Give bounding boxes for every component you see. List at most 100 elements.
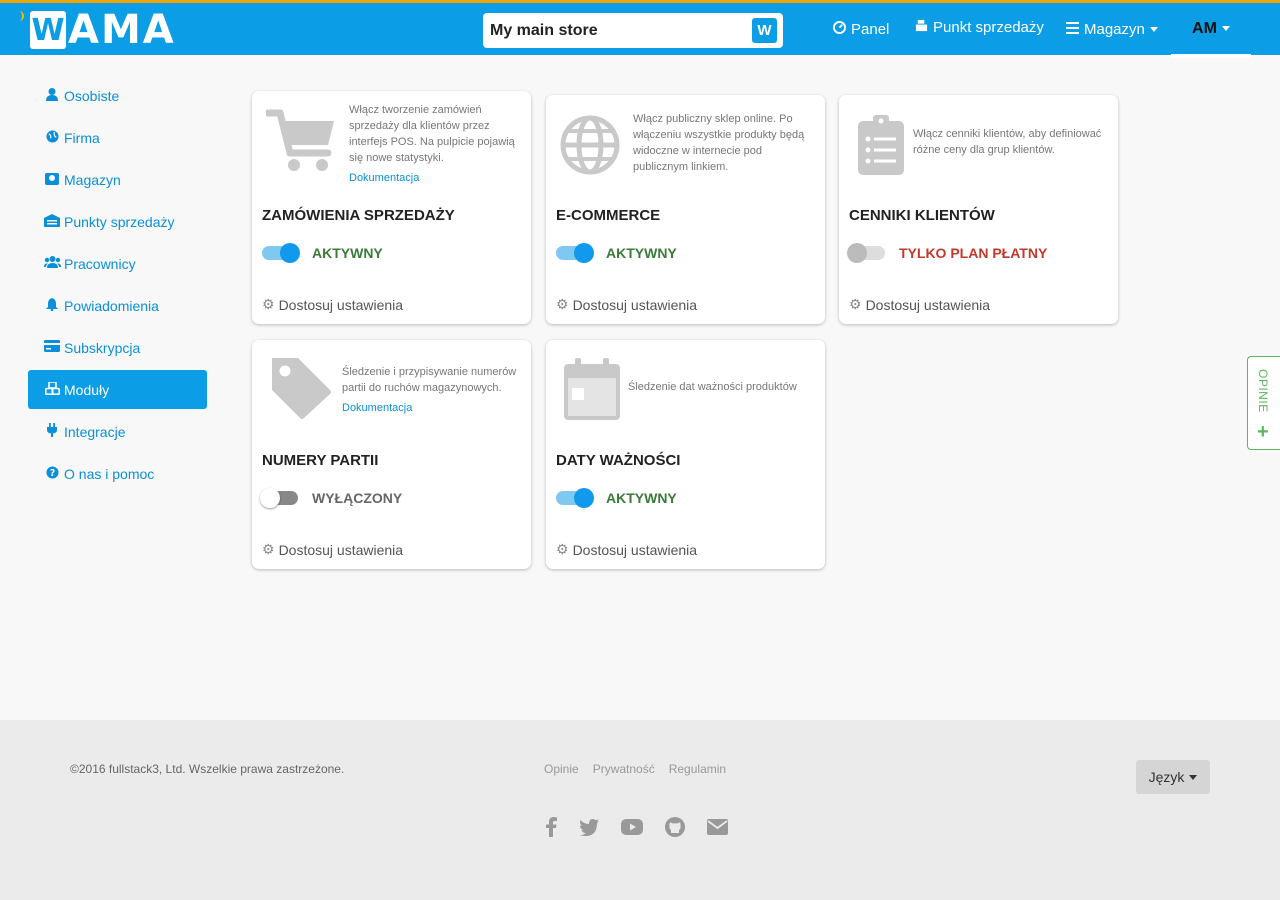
nav-warehouse-dropdown[interactable]: Magazyn bbox=[1066, 3, 1158, 55]
language-dropdown-button[interactable]: Język bbox=[1136, 760, 1210, 794]
documentation-link[interactable]: Dokumentacja bbox=[342, 400, 522, 416]
sidebar-item-label: Magazyn bbox=[64, 171, 121, 188]
module-description: Śledzenie i przypisywanie numerów partii… bbox=[342, 366, 517, 394]
feedback-tab-label: OPINIE bbox=[1256, 369, 1270, 413]
copyright-text: ©2016 fullstack3, Ltd. Wszelkie prawa za… bbox=[70, 762, 345, 776]
customize-settings-label: Dostosuj ustawienia bbox=[572, 541, 698, 558]
store-selector[interactable]: My main store W bbox=[483, 13, 783, 48]
svg-text:?: ? bbox=[49, 467, 54, 478]
module-status: AKTYWNY bbox=[556, 488, 677, 508]
module-toggle[interactable] bbox=[260, 488, 298, 508]
youtube-icon[interactable] bbox=[621, 819, 643, 835]
nav-pos-label: Punkt sprzedaży bbox=[933, 18, 1044, 36]
nav-pos[interactable]: Punkt sprzedaży bbox=[915, 1, 1044, 53]
loading-spinner-icon bbox=[14, 11, 24, 21]
plus-icon: + bbox=[1257, 421, 1269, 443]
feedback-tab[interactable]: OPINIE + bbox=[1247, 356, 1280, 450]
gear-icon: ⚙ bbox=[262, 541, 275, 557]
module-status: AKTYWNY bbox=[556, 243, 677, 263]
sidebar-item-label: Firma bbox=[64, 129, 100, 146]
module-title: E-COMMERCE bbox=[556, 207, 661, 224]
documentation-link[interactable]: Dokumentacja bbox=[349, 170, 519, 186]
envelope-icon[interactable] bbox=[707, 819, 728, 835]
store-switch-button[interactable]: W bbox=[752, 18, 777, 43]
module-status: WYŁĄCZONY bbox=[260, 488, 403, 508]
footer-link-terms[interactable]: Regulamin bbox=[669, 762, 726, 776]
logo-text: AMA bbox=[68, 7, 176, 53]
module-description: Włącz cenniki klientów, aby definiować r… bbox=[913, 128, 1102, 156]
chevron-down-icon bbox=[1149, 26, 1158, 32]
bell-icon bbox=[43, 297, 61, 314]
github-icon[interactable] bbox=[665, 817, 685, 837]
sidebar-item-label: Integracje bbox=[64, 423, 126, 440]
credit-card-icon bbox=[43, 340, 61, 355]
customize-settings-link[interactable]: ⚙ Dostosuj ustawienia bbox=[849, 296, 990, 313]
module-card-customer-price-lists: Włącz cenniki klientów, aby definiować r… bbox=[839, 95, 1118, 324]
user-avatar-label: AM bbox=[1192, 19, 1217, 37]
module-toggle[interactable] bbox=[847, 243, 885, 263]
customize-settings-label: Dostosuj ustawienia bbox=[865, 296, 991, 313]
module-toggle[interactable] bbox=[262, 243, 300, 263]
module-status-label: WYŁĄCZONY bbox=[312, 490, 403, 506]
sidebar-item-personal[interactable]: Osobiste bbox=[28, 76, 207, 115]
module-card-sales-orders: Włącz tworzenie zamówień sprzedaży dla k… bbox=[252, 91, 531, 324]
top-navbar: W AMA My main store W Panel Punkt sprzed… bbox=[0, 0, 1280, 58]
weight-icon bbox=[43, 172, 61, 188]
twitter-icon[interactable] bbox=[579, 818, 599, 836]
module-status-label: AKTYWNY bbox=[312, 245, 383, 261]
wama-logo[interactable]: W AMA bbox=[30, 9, 176, 51]
sidebar-item-integrations[interactable]: Integracje bbox=[28, 412, 207, 451]
customize-settings-link[interactable]: ⚙ Dostosuj ustawienia bbox=[262, 296, 403, 313]
sidebar-item-modules[interactable]: Moduły bbox=[28, 370, 207, 409]
customize-settings-label: Dostosuj ustawienia bbox=[572, 296, 698, 313]
sidebar-item-warehouse[interactable]: Magazyn bbox=[28, 160, 207, 199]
users-icon bbox=[43, 256, 61, 271]
customize-settings-link[interactable]: ⚙ Dostosuj ustawienia bbox=[556, 296, 697, 313]
user-menu-dropdown[interactable]: AM bbox=[1171, 3, 1251, 58]
sidebar-item-label: O nas i pomoc bbox=[64, 465, 155, 482]
globe-icon bbox=[560, 115, 638, 185]
customize-settings-link[interactable]: ⚙ Dostosuj ustawienia bbox=[556, 541, 697, 558]
social-links bbox=[545, 817, 728, 837]
gear-icon: ⚙ bbox=[556, 541, 569, 557]
module-title: DATY WAŻNOŚCI bbox=[556, 452, 681, 469]
chevron-down-icon bbox=[1221, 26, 1230, 31]
footer-link-feedback[interactable]: Opinie bbox=[544, 762, 579, 776]
globe-icon bbox=[43, 129, 61, 146]
module-toggle[interactable] bbox=[556, 488, 594, 508]
module-card-batch-numbers: Śledzenie i przypisywanie numerów partii… bbox=[252, 340, 531, 569]
cart-icon bbox=[264, 109, 344, 179]
module-title: ZAMÓWIENIA SPRZEDAŻY bbox=[262, 207, 455, 224]
footer: ©2016 fullstack3, Ltd. Wszelkie prawa za… bbox=[0, 720, 1280, 900]
plug-icon bbox=[43, 423, 61, 440]
module-description: Włącz tworzenie zamówień sprzedaży dla k… bbox=[349, 104, 515, 164]
module-status-label: AKTYWNY bbox=[606, 490, 677, 506]
store-selector-value: My main store bbox=[490, 21, 598, 39]
customize-settings-link[interactable]: ⚙ Dostosuj ustawienia bbox=[262, 541, 403, 558]
sidebar-item-label: Punkty sprzedaży bbox=[64, 213, 175, 230]
footer-links: Opinie Prywatność Regulamin bbox=[544, 762, 726, 776]
sidebar-item-about-help[interactable]: ? O nas i pomoc bbox=[28, 454, 207, 493]
module-status: AKTYWNY bbox=[262, 243, 383, 263]
sidebar-item-points-of-sale[interactable]: Punkty sprzedaży bbox=[28, 202, 207, 241]
facebook-icon[interactable] bbox=[545, 817, 557, 837]
module-toggle[interactable] bbox=[556, 243, 594, 263]
module-status-label: AKTYWNY bbox=[606, 245, 677, 261]
module-title: CENNIKI KLIENTÓW bbox=[849, 207, 995, 224]
customize-settings-label: Dostosuj ustawienia bbox=[278, 296, 404, 313]
module-description: Śledzenie dat ważności produktów bbox=[628, 381, 797, 393]
footer-link-privacy[interactable]: Prywatność bbox=[593, 762, 655, 776]
module-description: Włącz publiczny sklep online. Po włączen… bbox=[633, 113, 805, 173]
sidebar-item-notifications[interactable]: Powiadomienia bbox=[28, 286, 207, 325]
sidebar-item-company[interactable]: Firma bbox=[28, 118, 207, 157]
language-button-label: Język bbox=[1148, 769, 1185, 785]
sidebar-item-label: Osobiste bbox=[64, 87, 120, 104]
sidebar-item-subscription[interactable]: Subskrypcja bbox=[28, 328, 207, 367]
cubes-icon bbox=[43, 380, 61, 398]
sidebar-item-employees[interactable]: Pracownicy bbox=[28, 244, 207, 283]
nav-panel[interactable]: Panel bbox=[833, 3, 889, 55]
nav-warehouse-label: Magazyn bbox=[1084, 20, 1145, 38]
gear-icon: ⚙ bbox=[556, 296, 569, 312]
logo-w-mark: W bbox=[30, 11, 66, 49]
sidebar-item-label: Moduły bbox=[64, 381, 110, 398]
